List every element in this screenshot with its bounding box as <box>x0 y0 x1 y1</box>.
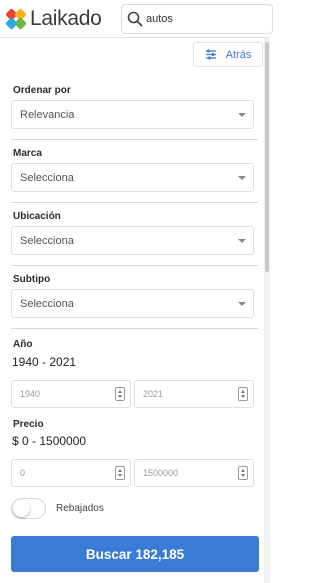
sort-select-value: Relevancia <box>20 108 75 121</box>
sort-select[interactable]: Relevancia <box>11 100 254 129</box>
year-max-input[interactable]: 2021 <box>134 380 254 408</box>
brand-label: Marca <box>13 148 42 159</box>
stepper-icon[interactable] <box>115 387 125 401</box>
year-min-placeholder: 1940 <box>20 389 41 399</box>
sort-label: Ordenar por <box>13 85 71 96</box>
price-label: Precio <box>13 419 44 430</box>
year-range-text: 1940 - 2021 <box>12 355 77 369</box>
chevron-down-icon <box>238 301 246 306</box>
scrollbar-thumb[interactable] <box>265 42 269 272</box>
location-select-value: Selecciona <box>20 234 74 247</box>
subtype-select-value: Selecciona <box>20 297 74 310</box>
price-min-input[interactable]: 0 <box>11 459 131 487</box>
divider <box>11 328 258 329</box>
chevron-down-icon <box>238 238 246 243</box>
brand-select[interactable]: Selecciona <box>11 163 254 192</box>
subtype-select[interactable]: Selecciona <box>11 289 254 318</box>
year-min-input[interactable]: 1940 <box>11 380 131 408</box>
app-header: Laikado <box>0 0 273 38</box>
price-range-text: $ 0 - 1500000 <box>12 434 87 448</box>
location-select[interactable]: Selecciona <box>11 226 254 255</box>
brand-logo[interactable]: Laikado <box>5 7 102 31</box>
back-button-label: Atrás <box>225 48 252 61</box>
subtype-label: Subtipo <box>13 274 51 285</box>
price-min-placeholder: 0 <box>20 468 26 478</box>
year-label: Año <box>13 339 33 350</box>
search-input[interactable] <box>146 13 266 25</box>
stepper-icon[interactable] <box>238 387 248 401</box>
chevron-down-icon <box>238 112 246 117</box>
search-submit-button[interactable]: Buscar 182,185 <box>11 536 259 572</box>
search-bar[interactable] <box>121 4 273 34</box>
brand-select-value: Selecciona <box>20 171 74 184</box>
divider <box>11 265 258 266</box>
year-max-placeholder: 2021 <box>143 389 164 399</box>
toggle-knob <box>13 500 30 517</box>
stepper-icon[interactable] <box>238 466 248 480</box>
stepper-icon[interactable] <box>115 466 125 480</box>
discounted-label: Rebajados <box>56 503 104 514</box>
divider <box>11 139 258 140</box>
brand-name: Laikado <box>30 7 102 30</box>
search-submit-label: Buscar 182,185 <box>85 546 185 562</box>
search-icon[interactable] <box>126 10 144 28</box>
location-label: Ubicación <box>13 211 61 222</box>
discounted-toggle[interactable] <box>11 498 46 519</box>
chevron-down-icon <box>238 175 246 180</box>
sliders-icon <box>205 49 216 60</box>
price-max-input[interactable]: 1500000 <box>134 459 254 487</box>
laikado-logo-icon <box>5 8 27 30</box>
scrollbar[interactable] <box>264 38 270 583</box>
price-max-placeholder: 1500000 <box>143 468 179 478</box>
back-button[interactable]: Atrás <box>193 42 263 67</box>
divider <box>11 202 258 203</box>
